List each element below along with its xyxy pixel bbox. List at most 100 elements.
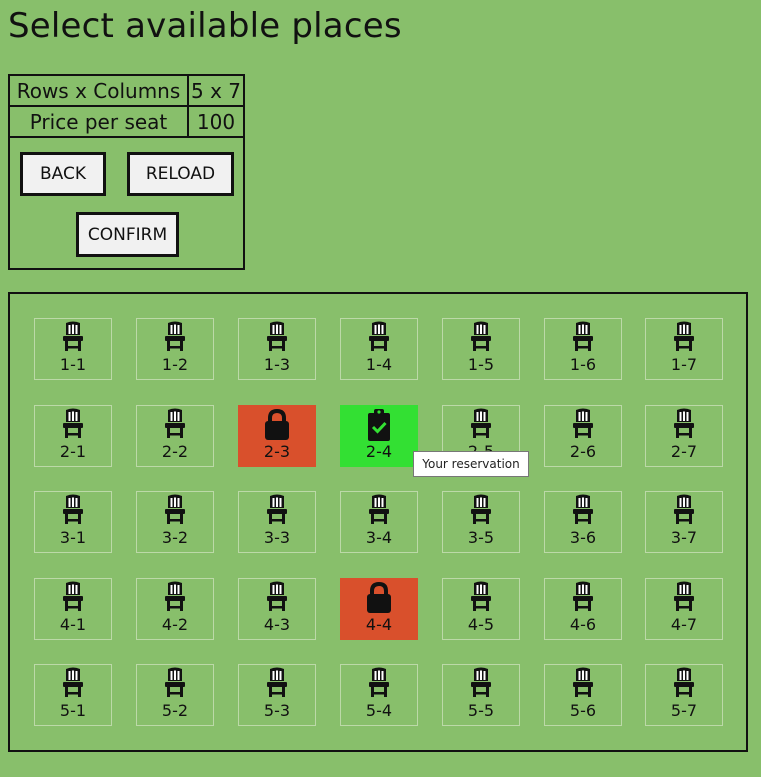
seat-1-6[interactable]: 1-6 [544,318,622,380]
chair-icon [468,406,494,446]
seat-1-2[interactable]: 1-2 [136,318,214,380]
lock-icon [260,406,294,446]
seat-2-6[interactable]: 2-6 [544,405,622,467]
rows-columns-label: Rows x Columns [10,76,189,107]
seat-2-7[interactable]: 2-7 [645,405,723,467]
lock-icon [362,579,396,619]
seat-4-6[interactable]: 4-6 [544,578,622,640]
reservation-tooltip: Your reservation [413,451,529,477]
seat-1-5[interactable]: 1-5 [442,318,520,380]
seat-4-2[interactable]: 4-2 [136,578,214,640]
chair-icon [570,319,596,359]
seat-3-3[interactable]: 3-3 [238,491,316,553]
seat-2-4[interactable]: 2-4 [340,405,418,467]
chair-icon [671,579,697,619]
chair-icon [162,406,188,446]
chair-icon [264,492,290,532]
seat-label: 5-1 [59,701,87,720]
chair-icon [671,406,697,446]
seat-1-7[interactable]: 1-7 [645,318,723,380]
seat-label: 3-7 [670,528,698,547]
chair-icon [264,319,290,359]
chair-icon [671,319,697,359]
seat-label: 5-5 [467,701,495,720]
seat-4-4[interactable]: 4-4 [340,578,418,640]
price-label: Price per seat [10,105,189,138]
chair-icon [162,492,188,532]
confirm-button[interactable]: CONFIRM [76,212,179,257]
seat-label: 2-7 [670,442,698,461]
chair-icon [366,319,392,359]
chair-icon [570,492,596,532]
seat-label: 3-2 [161,528,189,547]
seat-label: 5-2 [161,701,189,720]
seat-3-1[interactable]: 3-1 [34,491,112,553]
seat-label: 4-1 [59,615,87,634]
seat-label: 4-3 [263,615,291,634]
chair-icon [264,665,290,705]
seat-2-2[interactable]: 2-2 [136,405,214,467]
seat-label: 2-1 [59,442,87,461]
seat-label: 5-7 [670,701,698,720]
seat-4-1[interactable]: 4-1 [34,578,112,640]
seat-label: 2-6 [569,442,597,461]
seat-3-4[interactable]: 3-4 [340,491,418,553]
chair-icon [264,579,290,619]
seat-5-3[interactable]: 5-3 [238,664,316,726]
seat-1-4[interactable]: 1-4 [340,318,418,380]
seat-label: 2-2 [161,442,189,461]
chair-icon [468,492,494,532]
price-value: 100 [187,105,243,138]
reload-button[interactable]: RELOAD [127,152,234,196]
chair-icon [60,579,86,619]
seat-5-4[interactable]: 5-4 [340,664,418,726]
seat-label: 2-3 [263,442,291,461]
chair-icon [162,319,188,359]
seat-5-5[interactable]: 5-5 [442,664,520,726]
seat-label: 4-6 [569,615,597,634]
seat-label: 1-3 [263,355,291,374]
seat-label: 3-6 [569,528,597,547]
back-button[interactable]: BACK [20,152,106,196]
seat-label: 4-7 [670,615,698,634]
seat-label: 3-1 [59,528,87,547]
seat-2-3[interactable]: 2-3 [238,405,316,467]
chair-icon [60,492,86,532]
chair-icon [468,579,494,619]
chair-icon [468,319,494,359]
seat-label: 3-5 [467,528,495,547]
seat-4-7[interactable]: 4-7 [645,578,723,640]
seat-label: 3-4 [365,528,393,547]
chair-icon [570,579,596,619]
seat-4-3[interactable]: 4-3 [238,578,316,640]
seat-3-7[interactable]: 3-7 [645,491,723,553]
seat-label: 1-7 [670,355,698,374]
info-row-dimensions: Rows x Columns 5 x 7 [10,76,243,107]
seat-5-7[interactable]: 5-7 [645,664,723,726]
seat-5-1[interactable]: 5-1 [34,664,112,726]
chair-icon [60,319,86,359]
seat-grid: 1-11-21-31-41-51-61-72-12-22-32-42-52-62… [8,292,748,752]
info-table: Rows x Columns 5 x 7 Price per seat 100 [10,76,243,138]
page-title: Select available places [8,6,402,46]
clipboard-check-icon [365,406,393,446]
seat-1-3[interactable]: 1-3 [238,318,316,380]
seat-label: 5-6 [569,701,597,720]
seat-label: 4-5 [467,615,495,634]
seat-2-1[interactable]: 2-1 [34,405,112,467]
seat-1-1[interactable]: 1-1 [34,318,112,380]
chair-icon [60,406,86,446]
seat-label: 5-4 [365,701,393,720]
chair-icon [162,579,188,619]
seat-5-2[interactable]: 5-2 [136,664,214,726]
seat-3-6[interactable]: 3-6 [544,491,622,553]
seat-4-5[interactable]: 4-5 [442,578,520,640]
seat-3-2[interactable]: 3-2 [136,491,214,553]
chair-icon [570,406,596,446]
seat-label: 4-4 [365,615,393,634]
seat-5-6[interactable]: 5-6 [544,664,622,726]
chair-icon [468,665,494,705]
seat-3-5[interactable]: 3-5 [442,491,520,553]
seat-label: 1-4 [365,355,393,374]
chair-icon [570,665,596,705]
